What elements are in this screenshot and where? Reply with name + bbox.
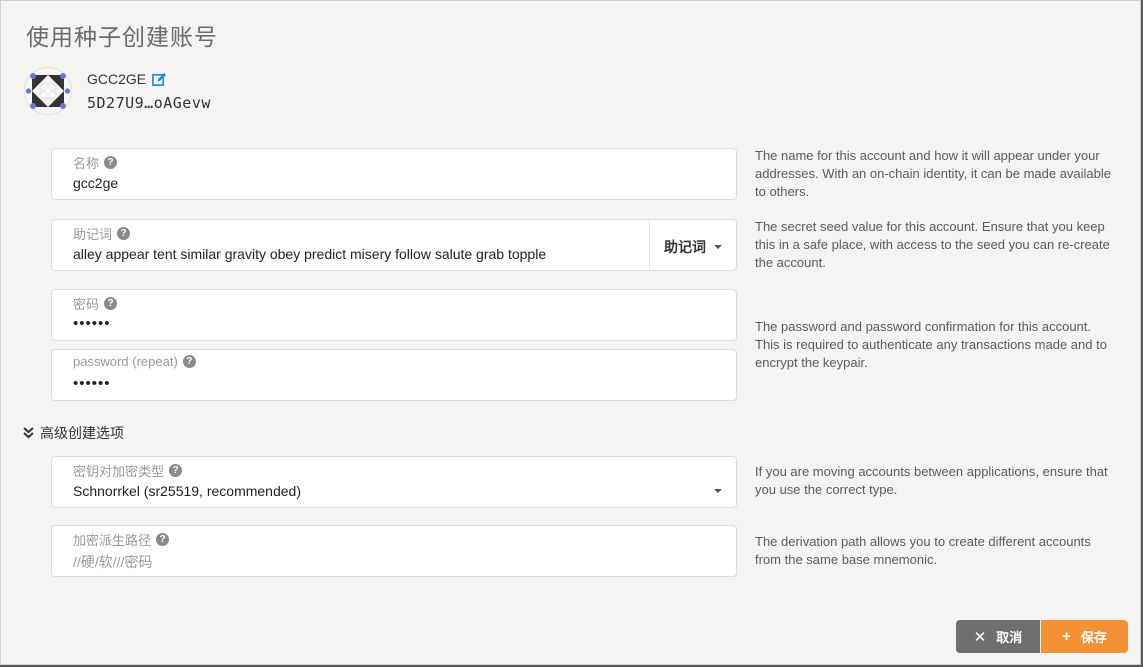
- seed-type-dropdown[interactable]: 助记词: [664, 237, 722, 257]
- name-field[interactable]: 名称 ? gcc2ge: [51, 148, 737, 200]
- edit-icon[interactable]: [152, 72, 167, 87]
- derivation-help-text: The derivation path allows you to create…: [755, 534, 1091, 567]
- help-icon[interactable]: ?: [104, 156, 118, 169]
- plus-icon: +: [1062, 628, 1071, 645]
- password-label-row: 密码 ?: [73, 294, 118, 313]
- account-name-row: GCC2GE: [87, 71, 167, 87]
- derivation-path-input[interactable]: //硬/软///密码: [73, 552, 152, 572]
- save-button[interactable]: + 保存: [1041, 620, 1128, 653]
- seed-type-label: 助记词: [664, 239, 706, 255]
- help-icon[interactable]: ?: [182, 355, 196, 368]
- chevron-down-icon: [714, 489, 722, 493]
- close-icon: ✕: [973, 628, 987, 646]
- advanced-options-toggle[interactable]: 高级创建选项: [23, 423, 124, 443]
- seed-field[interactable]: 助记词 ? alley appear tent similar gravity …: [51, 219, 737, 271]
- crypto-type-select[interactable]: 密钥对加密类型 ? Schnorrkel (sr25519, recommend…: [51, 456, 737, 508]
- seed-input[interactable]: alley appear tent similar gravity obey p…: [73, 246, 546, 262]
- password-label: 密码: [73, 297, 100, 312]
- account-identicon[interactable]: [24, 67, 72, 115]
- password-repeat-label: password (repeat): [73, 354, 178, 369]
- password-repeat-label-row: password (repeat) ?: [73, 354, 196, 369]
- password-field[interactable]: 密码 ? ••••••: [51, 289, 737, 341]
- derivation-path-field[interactable]: 加密派生路径 ? //硬/软///密码: [51, 525, 737, 577]
- seed-label-row: 助记词 ?: [73, 224, 131, 243]
- help-icon[interactable]: ?: [117, 227, 131, 240]
- password-input[interactable]: ••••••: [73, 315, 111, 332]
- name-label-row: 名称 ?: [73, 153, 118, 172]
- cancel-label: 取消: [996, 630, 1023, 645]
- crypto-type-value: Schnorrkel (sr25519, recommended): [73, 483, 301, 499]
- help-icon[interactable]: ?: [104, 297, 118, 310]
- help-icon[interactable]: ?: [156, 533, 170, 546]
- derivation-label: 加密派生路径: [73, 533, 152, 548]
- crypto-label-row: 密钥对加密类型 ?: [73, 461, 183, 480]
- modal-title: 使用种子创建账号: [26, 24, 218, 50]
- advanced-options-label: 高级创建选项: [40, 425, 124, 441]
- name-input[interactable]: gcc2ge: [73, 175, 118, 191]
- cancel-button[interactable]: ✕ 取消: [956, 620, 1040, 653]
- create-account-modal: 使用种子创建账号 GCC2GE 5D27U9…oAGevw 名称 ? gcc2g…: [0, 0, 1141, 665]
- chevron-down-icon: [714, 245, 722, 249]
- seed-divider: [649, 220, 650, 270]
- name-help-text: The name for this account and how it wil…: [755, 148, 1112, 199]
- seed-label: 助记词: [73, 227, 113, 242]
- derivation-label-row: 加密派生路径 ?: [73, 530, 170, 549]
- crypto-label: 密钥对加密类型: [73, 464, 165, 479]
- password-help-text: The password and password confirmation f…: [755, 319, 1107, 370]
- crypto-help-text: If you are moving accounts between appli…: [755, 464, 1108, 497]
- account-name: GCC2GE: [87, 71, 147, 87]
- password-repeat-input[interactable]: ••••••: [73, 375, 111, 392]
- save-label: 保存: [1080, 630, 1107, 645]
- seed-help-text: The secret seed value for this account. …: [755, 219, 1110, 270]
- account-address: 5D27U9…oAGevw: [87, 94, 211, 112]
- name-label: 名称: [73, 156, 100, 171]
- password-repeat-field[interactable]: password (repeat) ? ••••••: [51, 349, 737, 401]
- double-chevron-down-icon: [23, 427, 34, 439]
- help-icon[interactable]: ?: [169, 464, 183, 477]
